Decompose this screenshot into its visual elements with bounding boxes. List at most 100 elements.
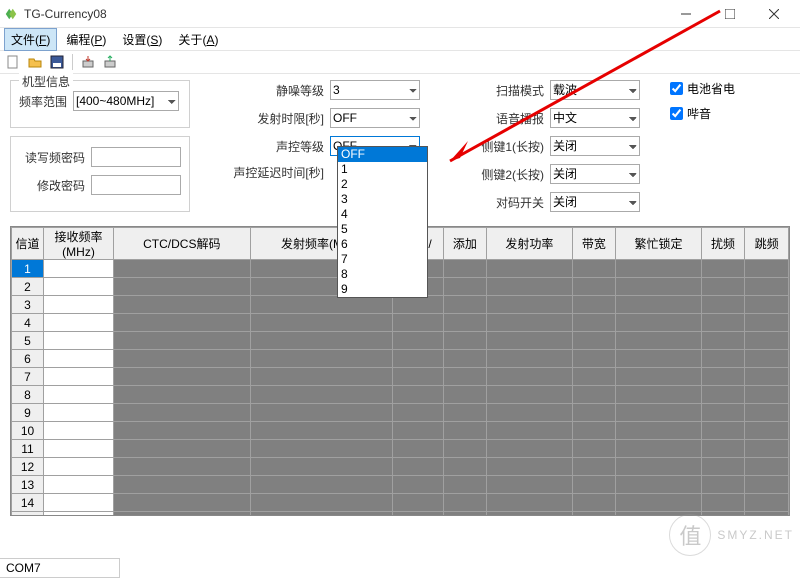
- cell[interactable]: [701, 296, 745, 314]
- cell[interactable]: [250, 350, 392, 368]
- cell[interactable]: [701, 332, 745, 350]
- cell[interactable]: [443, 476, 487, 494]
- cell[interactable]: [44, 296, 114, 314]
- cell[interactable]: [616, 332, 701, 350]
- squelch-select[interactable]: 3: [330, 80, 420, 100]
- cell[interactable]: [114, 476, 251, 494]
- cell[interactable]: [114, 260, 251, 278]
- cell[interactable]: [616, 458, 701, 476]
- cell[interactable]: [443, 350, 487, 368]
- vox-option[interactable]: OFF: [338, 147, 427, 162]
- maximize-button[interactable]: [708, 0, 752, 28]
- cell[interactable]: [487, 332, 572, 350]
- cell[interactable]: [487, 494, 572, 512]
- row-header[interactable]: 12: [12, 458, 44, 476]
- cell[interactable]: [443, 296, 487, 314]
- cell[interactable]: [487, 350, 572, 368]
- cell[interactable]: [616, 386, 701, 404]
- vox-option[interactable]: 1: [338, 162, 427, 177]
- cell[interactable]: [701, 458, 745, 476]
- row-header[interactable]: 14: [12, 494, 44, 512]
- voice-select[interactable]: 中文: [550, 108, 640, 128]
- write-icon[interactable]: [101, 53, 119, 71]
- cell[interactable]: [443, 332, 487, 350]
- cell[interactable]: [250, 512, 392, 517]
- cell[interactable]: [572, 314, 616, 332]
- cell[interactable]: [701, 422, 745, 440]
- cell[interactable]: [616, 278, 701, 296]
- cell[interactable]: [745, 386, 789, 404]
- column-header[interactable]: 信道: [12, 228, 44, 260]
- rw-password-input[interactable]: [91, 147, 181, 167]
- cell[interactable]: [44, 440, 114, 458]
- row-header[interactable]: 6: [12, 350, 44, 368]
- row-header[interactable]: 13: [12, 476, 44, 494]
- cell[interactable]: [44, 350, 114, 368]
- cell[interactable]: [250, 476, 392, 494]
- cell[interactable]: [701, 386, 745, 404]
- cell[interactable]: [392, 494, 443, 512]
- vox-option[interactable]: 4: [338, 207, 427, 222]
- menu-settings[interactable]: 设置(S): [115, 28, 169, 51]
- vox-dropdown-list[interactable]: OFF123456789: [337, 146, 428, 298]
- cell[interactable]: [114, 404, 251, 422]
- row-header[interactable]: 2: [12, 278, 44, 296]
- cell[interactable]: [701, 350, 745, 368]
- cell[interactable]: [572, 476, 616, 494]
- row-header[interactable]: 8: [12, 386, 44, 404]
- cell[interactable]: [44, 386, 114, 404]
- cell[interactable]: [114, 512, 251, 517]
- cell[interactable]: [616, 296, 701, 314]
- cell[interactable]: [572, 422, 616, 440]
- read-icon[interactable]: [79, 53, 97, 71]
- cell[interactable]: [487, 368, 572, 386]
- cell[interactable]: [745, 332, 789, 350]
- cell[interactable]: [114, 386, 251, 404]
- cell[interactable]: [572, 494, 616, 512]
- cell[interactable]: [44, 368, 114, 386]
- cell[interactable]: [44, 512, 114, 517]
- column-header[interactable]: 繁忙锁定: [616, 228, 701, 260]
- cell[interactable]: [443, 422, 487, 440]
- cell[interactable]: [392, 350, 443, 368]
- cell[interactable]: [701, 368, 745, 386]
- cell[interactable]: [392, 404, 443, 422]
- menu-file[interactable]: 文件(F): [4, 28, 57, 51]
- row-header[interactable]: 1: [12, 260, 44, 278]
- row-header[interactable]: 15: [12, 512, 44, 517]
- cell[interactable]: [572, 296, 616, 314]
- cell[interactable]: [250, 314, 392, 332]
- row-header[interactable]: 7: [12, 368, 44, 386]
- cell[interactable]: [487, 476, 572, 494]
- code-select[interactable]: 关闭: [550, 192, 640, 212]
- cell[interactable]: [616, 260, 701, 278]
- cell[interactable]: [44, 458, 114, 476]
- column-header[interactable]: CTC/DCS解码: [114, 228, 251, 260]
- cell[interactable]: [701, 404, 745, 422]
- cell[interactable]: [114, 350, 251, 368]
- cell[interactable]: [487, 404, 572, 422]
- row-header[interactable]: 5: [12, 332, 44, 350]
- cell[interactable]: [250, 404, 392, 422]
- cell[interactable]: [616, 440, 701, 458]
- column-header[interactable]: 带宽: [572, 228, 616, 260]
- cell[interactable]: [443, 404, 487, 422]
- cell[interactable]: [114, 332, 251, 350]
- cell[interactable]: [114, 278, 251, 296]
- cell[interactable]: [487, 278, 572, 296]
- cell[interactable]: [392, 476, 443, 494]
- cell[interactable]: [392, 512, 443, 517]
- cell[interactable]: [114, 422, 251, 440]
- cell[interactable]: [616, 314, 701, 332]
- cell[interactable]: [250, 368, 392, 386]
- cell[interactable]: [250, 494, 392, 512]
- cell[interactable]: [44, 404, 114, 422]
- cell[interactable]: [745, 368, 789, 386]
- cell[interactable]: [44, 314, 114, 332]
- vox-option[interactable]: 7: [338, 252, 427, 267]
- cell[interactable]: [487, 422, 572, 440]
- new-icon[interactable]: [4, 53, 22, 71]
- cell[interactable]: [443, 314, 487, 332]
- vox-option[interactable]: 2: [338, 177, 427, 192]
- cell[interactable]: [701, 278, 745, 296]
